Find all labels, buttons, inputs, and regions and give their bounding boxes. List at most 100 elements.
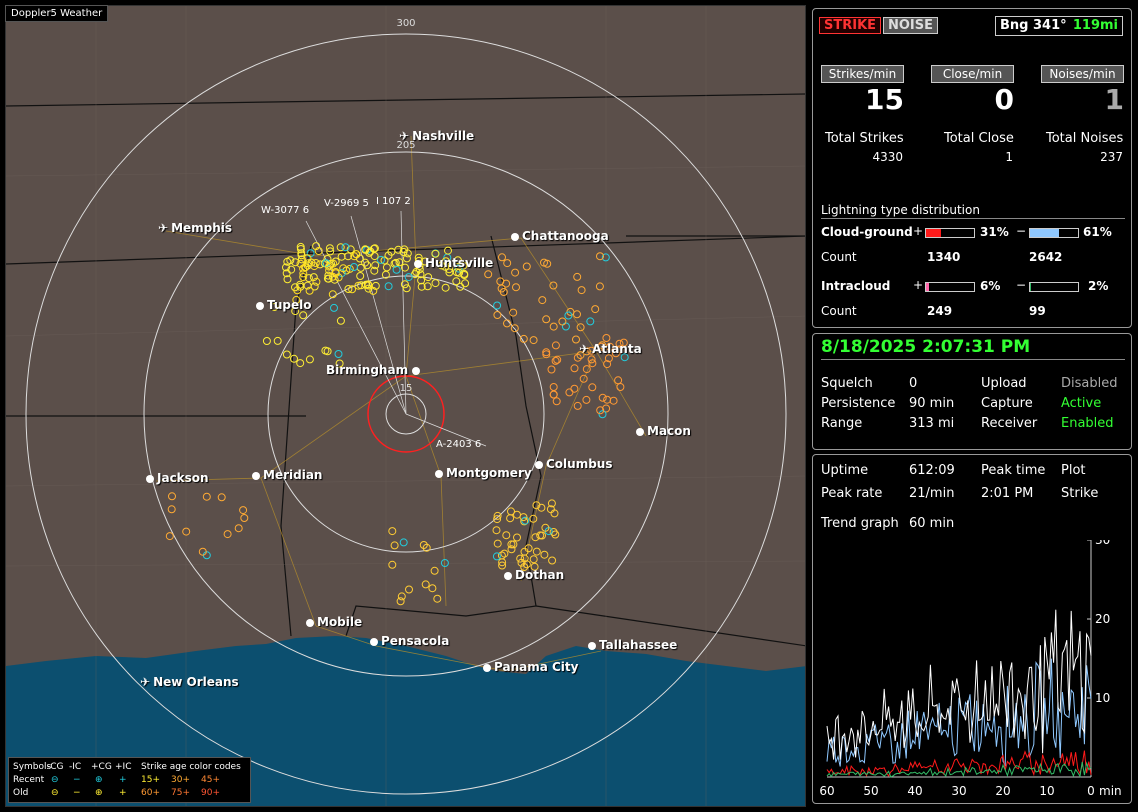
strike-marker <box>234 524 243 533</box>
city-birmingham[interactable]: Birmingham <box>326 363 423 377</box>
strike-marker <box>493 539 502 548</box>
city-tallahassee[interactable]: Tallahassee <box>588 638 677 652</box>
persistence-value: 90 min <box>909 396 955 411</box>
strike-marker <box>421 580 430 589</box>
strike-marker <box>551 341 560 350</box>
total-strikes-label: Total Strikes <box>825 131 904 146</box>
status-panel: 8/18/2025 2:07:31 PM Squelch 0 Upload Di… <box>812 333 1132 450</box>
city-new-orleans[interactable]: ✈ New Orleans <box>140 675 239 689</box>
cg-positive-bar <box>925 228 975 238</box>
strike-marker <box>598 410 607 419</box>
ic-count-label: Count <box>821 304 857 318</box>
bearing-readout: Bng 341° 119mi <box>995 16 1123 36</box>
age-code: 60+ <box>141 787 160 798</box>
stats-panel: STRIKE NOISE Bng 341° 119mi Strikes/min … <box>812 8 1132 328</box>
city-panama-city[interactable]: Panama City <box>483 660 578 674</box>
datetime-display: 8/18/2025 2:07:31 PM <box>821 337 1125 360</box>
city-dot-icon <box>636 428 644 436</box>
x-tick-label: 30 <box>951 784 966 798</box>
city-montgomery[interactable]: Montgomery <box>435 466 532 480</box>
strike-marker <box>529 555 538 564</box>
strike-marker <box>402 254 411 263</box>
distribution-title: Lightning type distribution <box>821 203 1125 219</box>
ic-negative-bar <box>1029 282 1079 292</box>
city-tupelo[interactable]: Tupelo <box>256 298 312 312</box>
x-tick-label: 10 <box>1039 784 1054 798</box>
bearing-value: Bng 341° <box>1000 18 1067 33</box>
strike-marker <box>547 365 556 374</box>
strike-annotation: A-2403 6 <box>436 439 481 450</box>
strike-marker <box>512 283 520 292</box>
city-dot-icon <box>306 619 314 627</box>
strike-marker <box>388 560 397 569</box>
trend-graph-label: Trend graph <box>821 516 899 531</box>
strike-marker <box>430 566 439 575</box>
city-dot-icon <box>588 642 596 650</box>
ic-negative-pct: 2% <box>1088 279 1109 293</box>
strikes-per-min-value: 15 <box>865 83 904 116</box>
cg-positive-count: 1340 <box>927 250 961 264</box>
trend-line <box>826 658 1092 768</box>
strike-marker <box>356 272 365 280</box>
strike-button[interactable]: STRIKE <box>819 17 882 34</box>
neg-cg-old-icon: ⊖ <box>51 787 59 798</box>
strike-marker <box>498 253 506 262</box>
plot-value[interactable]: Strike <box>1061 486 1098 501</box>
city-columbus[interactable]: Columbus <box>535 457 613 471</box>
city-memphis[interactable]: ✈ Memphis <box>158 221 232 235</box>
strike-marker <box>614 376 623 385</box>
range-label: Range <box>821 416 863 431</box>
legend-header: -CG <box>47 761 64 772</box>
strike-marker <box>573 310 581 319</box>
city-dot-icon <box>535 461 543 469</box>
strike-marker <box>405 585 413 594</box>
x-tick-label: 40 <box>907 784 922 798</box>
strike-marker <box>382 263 391 272</box>
distance-value: 119mi <box>1072 18 1118 33</box>
strikes-per-min-label: Strikes/min <box>821 65 904 83</box>
city-pensacola[interactable]: Pensacola <box>370 634 449 648</box>
city-dothan[interactable]: Dothan <box>504 568 564 582</box>
city-jackson[interactable]: Jackson <box>146 471 209 485</box>
strike-annotation: V-2969 5 <box>324 198 369 209</box>
total-strikes-value: 4330 <box>872 150 903 164</box>
strike-marker <box>239 506 248 515</box>
cloud-ground-label: Cloud-ground <box>821 225 913 239</box>
strike-marker <box>337 252 346 261</box>
strike-marker <box>502 531 511 540</box>
lightning-map[interactable]: 300 205 15 W-3077 6 V-2969 5 I 107 2 A-2… <box>5 5 806 807</box>
city-chattanooga[interactable]: Chattanooga <box>511 229 609 243</box>
noises-per-min-label: Noises/min <box>1041 65 1124 83</box>
strike-marker <box>240 514 249 522</box>
pos-ic-old-icon: + <box>119 787 127 798</box>
legend-row-label: Old <box>13 787 29 798</box>
strike-marker <box>217 493 226 502</box>
city-mobile[interactable]: Mobile <box>306 615 362 629</box>
plot-label: Plot <box>1061 463 1086 478</box>
city-macon[interactable]: Macon <box>636 424 691 438</box>
strike-marker <box>350 263 358 271</box>
city-meridian[interactable]: Meridian <box>252 468 322 482</box>
x-tick-label: 0 <box>1087 784 1095 798</box>
strike-marker <box>570 364 579 373</box>
strike-marker <box>223 530 232 539</box>
city-nashville[interactable]: ✈ Nashville <box>399 129 474 143</box>
strike-marker <box>305 355 314 364</box>
x-tick-label: 60 <box>819 784 834 798</box>
airport-icon: ✈ <box>579 342 590 356</box>
legend-header: Strike age color codes <box>141 761 241 772</box>
city-dot-icon <box>414 260 422 268</box>
strike-marker <box>493 311 502 319</box>
city-dot-icon <box>511 233 519 241</box>
noise-button[interactable]: NOISE <box>883 17 939 34</box>
city-huntsville[interactable]: Huntsville <box>414 256 493 270</box>
strike-marker <box>588 383 597 392</box>
cg-positive-pct: 31% <box>980 225 1009 239</box>
upload-label: Upload <box>981 376 1027 391</box>
strike-marker <box>262 337 271 345</box>
uptime-label: Uptime <box>821 463 869 478</box>
strike-marker <box>570 384 579 393</box>
neg-ic-old-icon: − <box>73 787 81 798</box>
ic-positive-count: 249 <box>927 304 953 318</box>
city-atlanta[interactable]: ✈ Atlanta <box>579 342 642 356</box>
